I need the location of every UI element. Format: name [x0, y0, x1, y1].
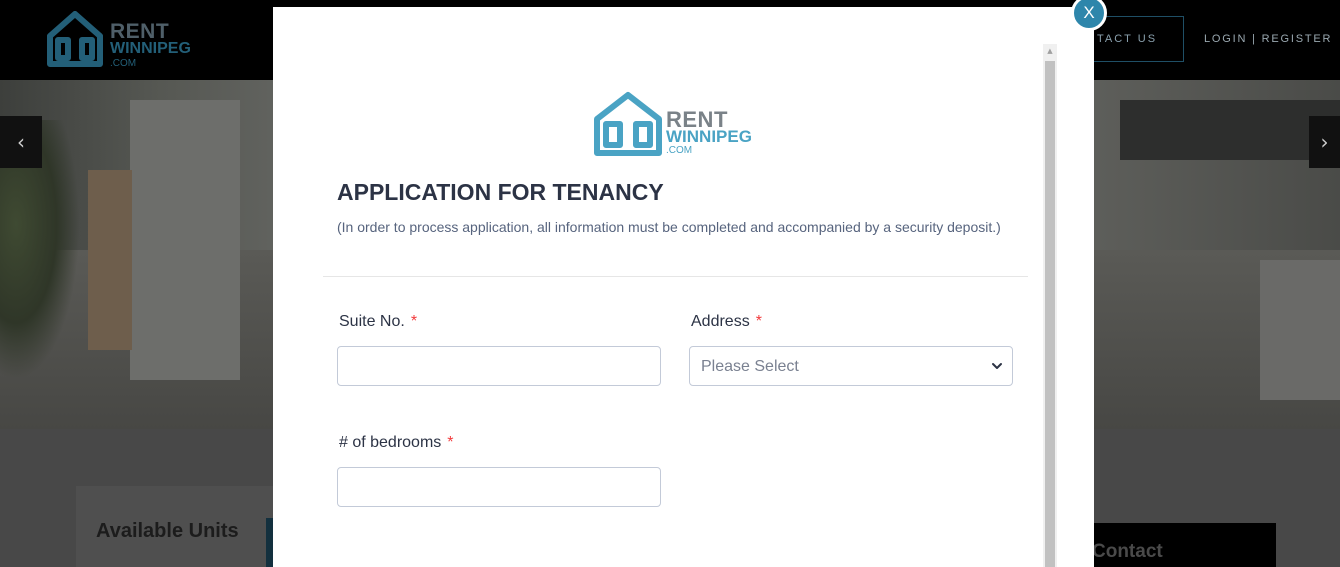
bedrooms-input[interactable]: [337, 467, 661, 507]
form-title: APPLICATION FOR TENANCY: [337, 179, 664, 205]
logo-text-com: .COM: [666, 145, 693, 156]
hero-door: [88, 170, 132, 350]
nav-separator: |: [1252, 33, 1257, 45]
address-label: Address *: [691, 313, 762, 331]
address-required-mark: *: [755, 313, 762, 330]
suite-label-text: Suite No.: [339, 313, 405, 330]
form-divider: [323, 276, 1028, 277]
available-units-heading: Available Units: [96, 520, 239, 542]
hero-wall: [130, 100, 240, 380]
contact-card[interactable]: Contact: [1090, 523, 1276, 567]
site-logo[interactable]: RENT WINNIPEG .COM: [46, 10, 196, 69]
logo-text-winnipeg: WINNIPEG: [110, 40, 191, 57]
form-logo: RENT WINNIPEG .COM: [593, 91, 763, 157]
address-select[interactable]: Please Select: [689, 346, 1013, 386]
house-logo-icon: [47, 11, 103, 67]
logo-text-com: .COM: [110, 58, 137, 69]
login-link[interactable]: LOGIN: [1204, 33, 1247, 45]
bedrooms-label: # of bedrooms *: [339, 434, 454, 452]
house-logo-icon: [594, 92, 662, 156]
address-label-text: Address: [691, 313, 750, 330]
suite-label: Suite No. *: [339, 313, 417, 331]
available-units-card: Available Units: [76, 486, 276, 567]
register-link[interactable]: REGISTER: [1262, 33, 1333, 45]
slider-next-icon[interactable]: ›: [1309, 116, 1340, 168]
modal-scrollbar[interactable]: ▲: [1043, 44, 1057, 567]
scrollbar-thumb[interactable]: [1045, 61, 1055, 567]
contact-heading: Contact: [1092, 541, 1163, 562]
bedrooms-label-text: # of bedrooms: [339, 434, 442, 451]
suite-input[interactable]: [337, 346, 661, 386]
contact-us-label: TACT US: [1097, 33, 1158, 45]
address-select-value: Please Select: [701, 358, 799, 375]
hero-shelf: [1120, 100, 1340, 160]
hero-rug: [1260, 260, 1340, 400]
logo-text-winnipeg: WINNIPEG: [666, 127, 752, 146]
auth-nav: LOGIN | REGISTER: [1204, 33, 1332, 45]
scroll-up-arrow-icon[interactable]: ▲: [1043, 44, 1057, 59]
chevron-down-icon: [992, 363, 1002, 369]
application-modal: RENT WINNIPEG .COM APPLICATION FOR TENAN…: [273, 7, 1094, 567]
slider-prev-icon[interactable]: ‹: [0, 116, 42, 168]
form-subtitle: (In order to process application, all in…: [337, 219, 1001, 235]
bedrooms-required-mark: *: [447, 434, 454, 451]
suite-required-mark: *: [410, 313, 418, 330]
